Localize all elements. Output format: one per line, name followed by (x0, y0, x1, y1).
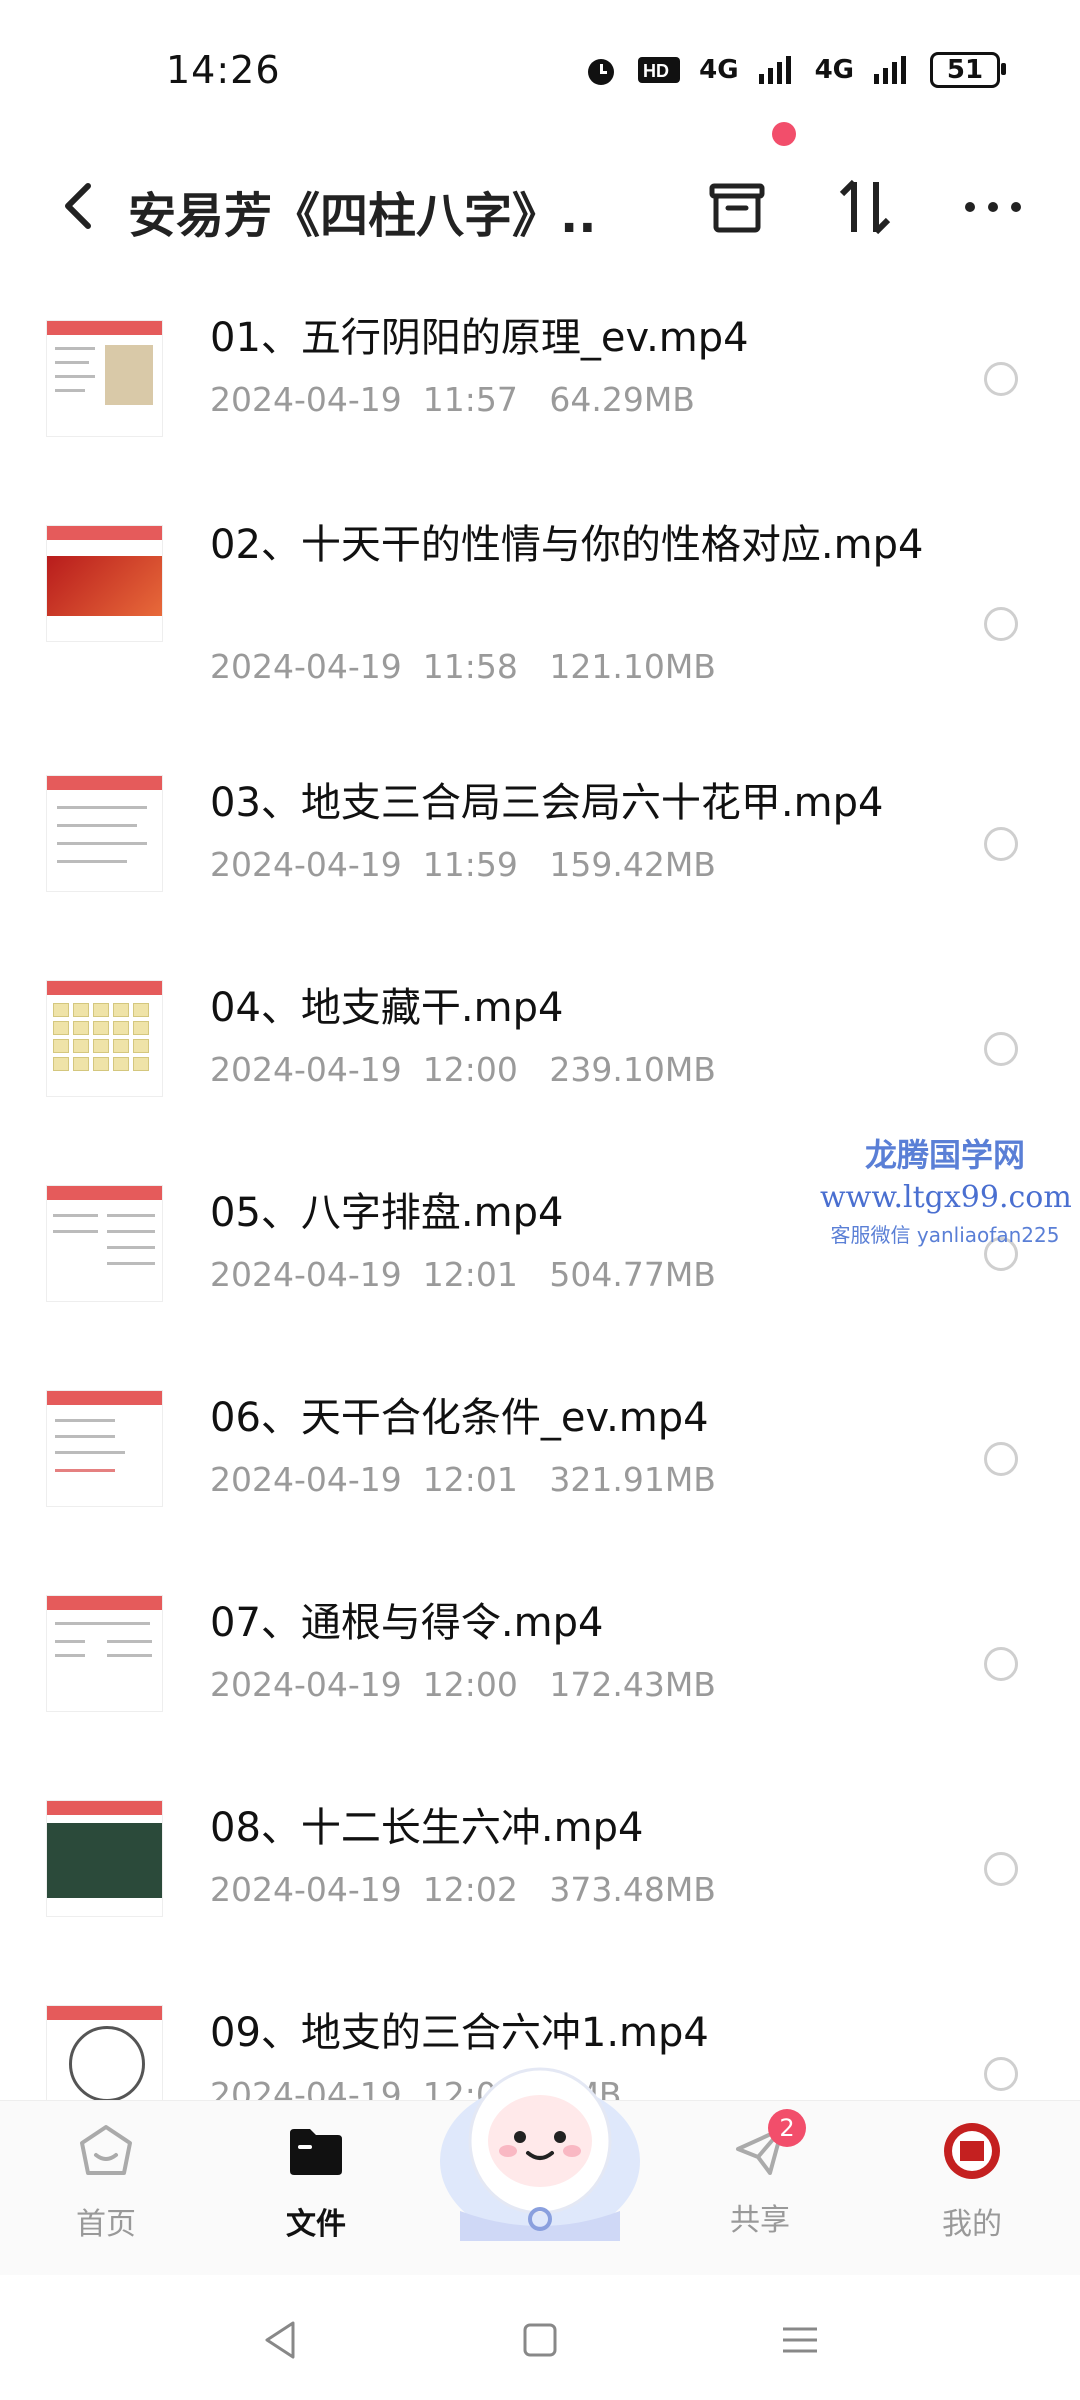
nav-label: 首页 (76, 2207, 136, 2242)
notification-dot (772, 122, 796, 146)
home-icon (80, 2125, 132, 2175)
status-time: 14:26 (166, 48, 281, 92)
select-radio[interactable] (984, 1032, 1018, 1066)
mascot-icon (440, 2067, 640, 2241)
watermark-url: www.ltgx99.com (820, 1180, 1072, 1215)
watermark-name: 龙腾国学网 (864, 1136, 1025, 1174)
nav-label: 我的 (942, 2207, 1002, 2242)
nav-label: 文件 (286, 2207, 346, 2242)
nav-home[interactable]: 首页 (36, 2121, 176, 2243)
file-name: 06、天干合化条件_ev.mp4 (210, 1395, 709, 1441)
file-meta: 2024-04-19 12:01 504.77MB (210, 1255, 716, 1294)
select-radio[interactable] (984, 1442, 1018, 1476)
video-thumbnail (46, 1800, 163, 1917)
avatar-icon (944, 2123, 1000, 2179)
mascot-button[interactable] (430, 2041, 650, 2251)
hd-icon: HD (638, 57, 681, 83)
file-meta: 2024-04-19 12:02 373.48MB (210, 1870, 716, 1909)
video-thumbnail (46, 320, 163, 437)
file-name: 01、五行阴阳的原理_ev.mp4 (210, 315, 749, 361)
bottom-nav: 首页 文件 2 共享 我的 (0, 2067, 1080, 2276)
file-meta: 2024-04-19 12:01 321.91MB (210, 1460, 716, 1499)
signal-icon (758, 56, 791, 84)
battery-icon: 51 (930, 52, 1006, 88)
network-label-2: 4G (814, 55, 854, 85)
select-radio[interactable] (984, 607, 1018, 641)
system-back-icon[interactable] (255, 2315, 305, 2365)
nav-label: 共享 (730, 2203, 790, 2238)
file-name: 04、地支藏干.mp4 (210, 985, 564, 1031)
svg-text:HD: HD (643, 61, 669, 81)
file-name: 08、十二长生六冲.mp4 (210, 1805, 644, 1851)
nav-share[interactable]: 2 共享 (690, 2109, 830, 2239)
status-icons: HD 4G 4G 51 (583, 52, 1006, 88)
system-nav (0, 2275, 1080, 2400)
watermark: 龙腾国学网 www.ltgx99.com 客服微信 yanliaofan225 (820, 1130, 1072, 1248)
nav-profile[interactable]: 我的 (902, 2121, 1042, 2243)
video-thumbnail (46, 525, 163, 642)
file-meta: 2024-04-19 11:58 121.10MB (210, 647, 716, 686)
file-meta: 2024-04-19 12:00 239.10MB (210, 1050, 716, 1089)
partial-row (0, 220, 1080, 250)
video-thumbnail (46, 2005, 163, 2100)
select-radio[interactable] (984, 2057, 1018, 2091)
folder-icon (290, 2129, 342, 2175)
share-badge: 2 (768, 2109, 806, 2147)
system-menu-icon[interactable] (775, 2315, 825, 2365)
video-thumbnail (46, 1185, 163, 1302)
file-name: 07、通根与得令.mp4 (210, 1600, 604, 1646)
nav-files[interactable]: 文件 (246, 2121, 386, 2243)
file-meta: 2024-04-19 12:00 172.43MB (210, 1665, 716, 1704)
file-meta: 2024-04-19 11:59 159.42MB (210, 845, 716, 884)
select-radio[interactable] (984, 362, 1018, 396)
status-bar: 14:26 HD 4G 4G 51 (0, 0, 1080, 140)
watermark-contact: 客服微信 yanliaofan225 (830, 1223, 1060, 1247)
video-thumbnail (46, 1595, 163, 1712)
file-name: 02、十天干的性情与你的性格对应.mp4 (210, 522, 924, 568)
select-radio[interactable] (984, 827, 1018, 861)
system-home-icon[interactable] (515, 2315, 565, 2365)
video-thumbnail (46, 1390, 163, 1507)
select-radio[interactable] (984, 1852, 1018, 1886)
file-name: 03、地支三合局三会局六十花甲.mp4 (210, 780, 884, 826)
file-meta: 2024-04-19 11:57 64.29MB (210, 380, 695, 419)
signal-icon (874, 56, 906, 84)
video-thumbnail (46, 980, 163, 1097)
battery-level: 51 (946, 55, 984, 85)
select-radio[interactable] (984, 1647, 1018, 1681)
video-thumbnail (46, 775, 163, 892)
alarm-icon (588, 59, 615, 85)
network-label-1: 4G (699, 55, 739, 85)
